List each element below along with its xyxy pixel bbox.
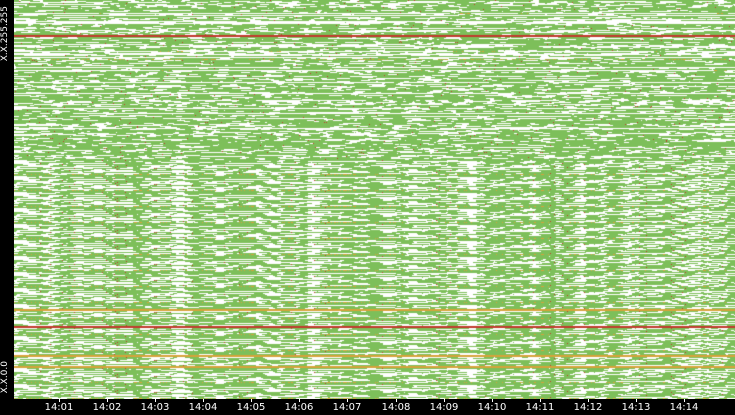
x-tick-label: 14:05 [236, 402, 266, 413]
x-tick-label: 14:13 [621, 402, 651, 413]
x-tick-label: 14:08 [381, 402, 411, 413]
x-axis: 14:01 14:02 14:03 14:04 14:05 14:06 14:07 14:08… [0, 399, 735, 415]
x-tick-label: 14:04 [188, 402, 218, 413]
x-tick-label: 14:01 [44, 402, 74, 413]
x-tick-label: 14:06 [284, 402, 314, 413]
y-tick-label-bottom: X.X.0.0 [0, 360, 10, 393]
y-axis: X.X.255.255 X.X.0.0 [0, 0, 13, 399]
x-tick-label: 14:09 [429, 402, 459, 413]
x-tick-label: 14:03 [140, 402, 170, 413]
y-tick-label-top: X.X.255.255 [0, 6, 10, 62]
x-tick-label: 14:02 [92, 402, 122, 413]
x-tick-label: 14:14 [669, 402, 699, 413]
x-tick-label: 14:07 [332, 402, 362, 413]
x-tick-label: 14:11 [525, 402, 555, 413]
heatmap-plot-area [14, 0, 735, 399]
x-tick-label: 14:12 [573, 402, 603, 413]
x-tick-label: 14:10 [477, 402, 507, 413]
